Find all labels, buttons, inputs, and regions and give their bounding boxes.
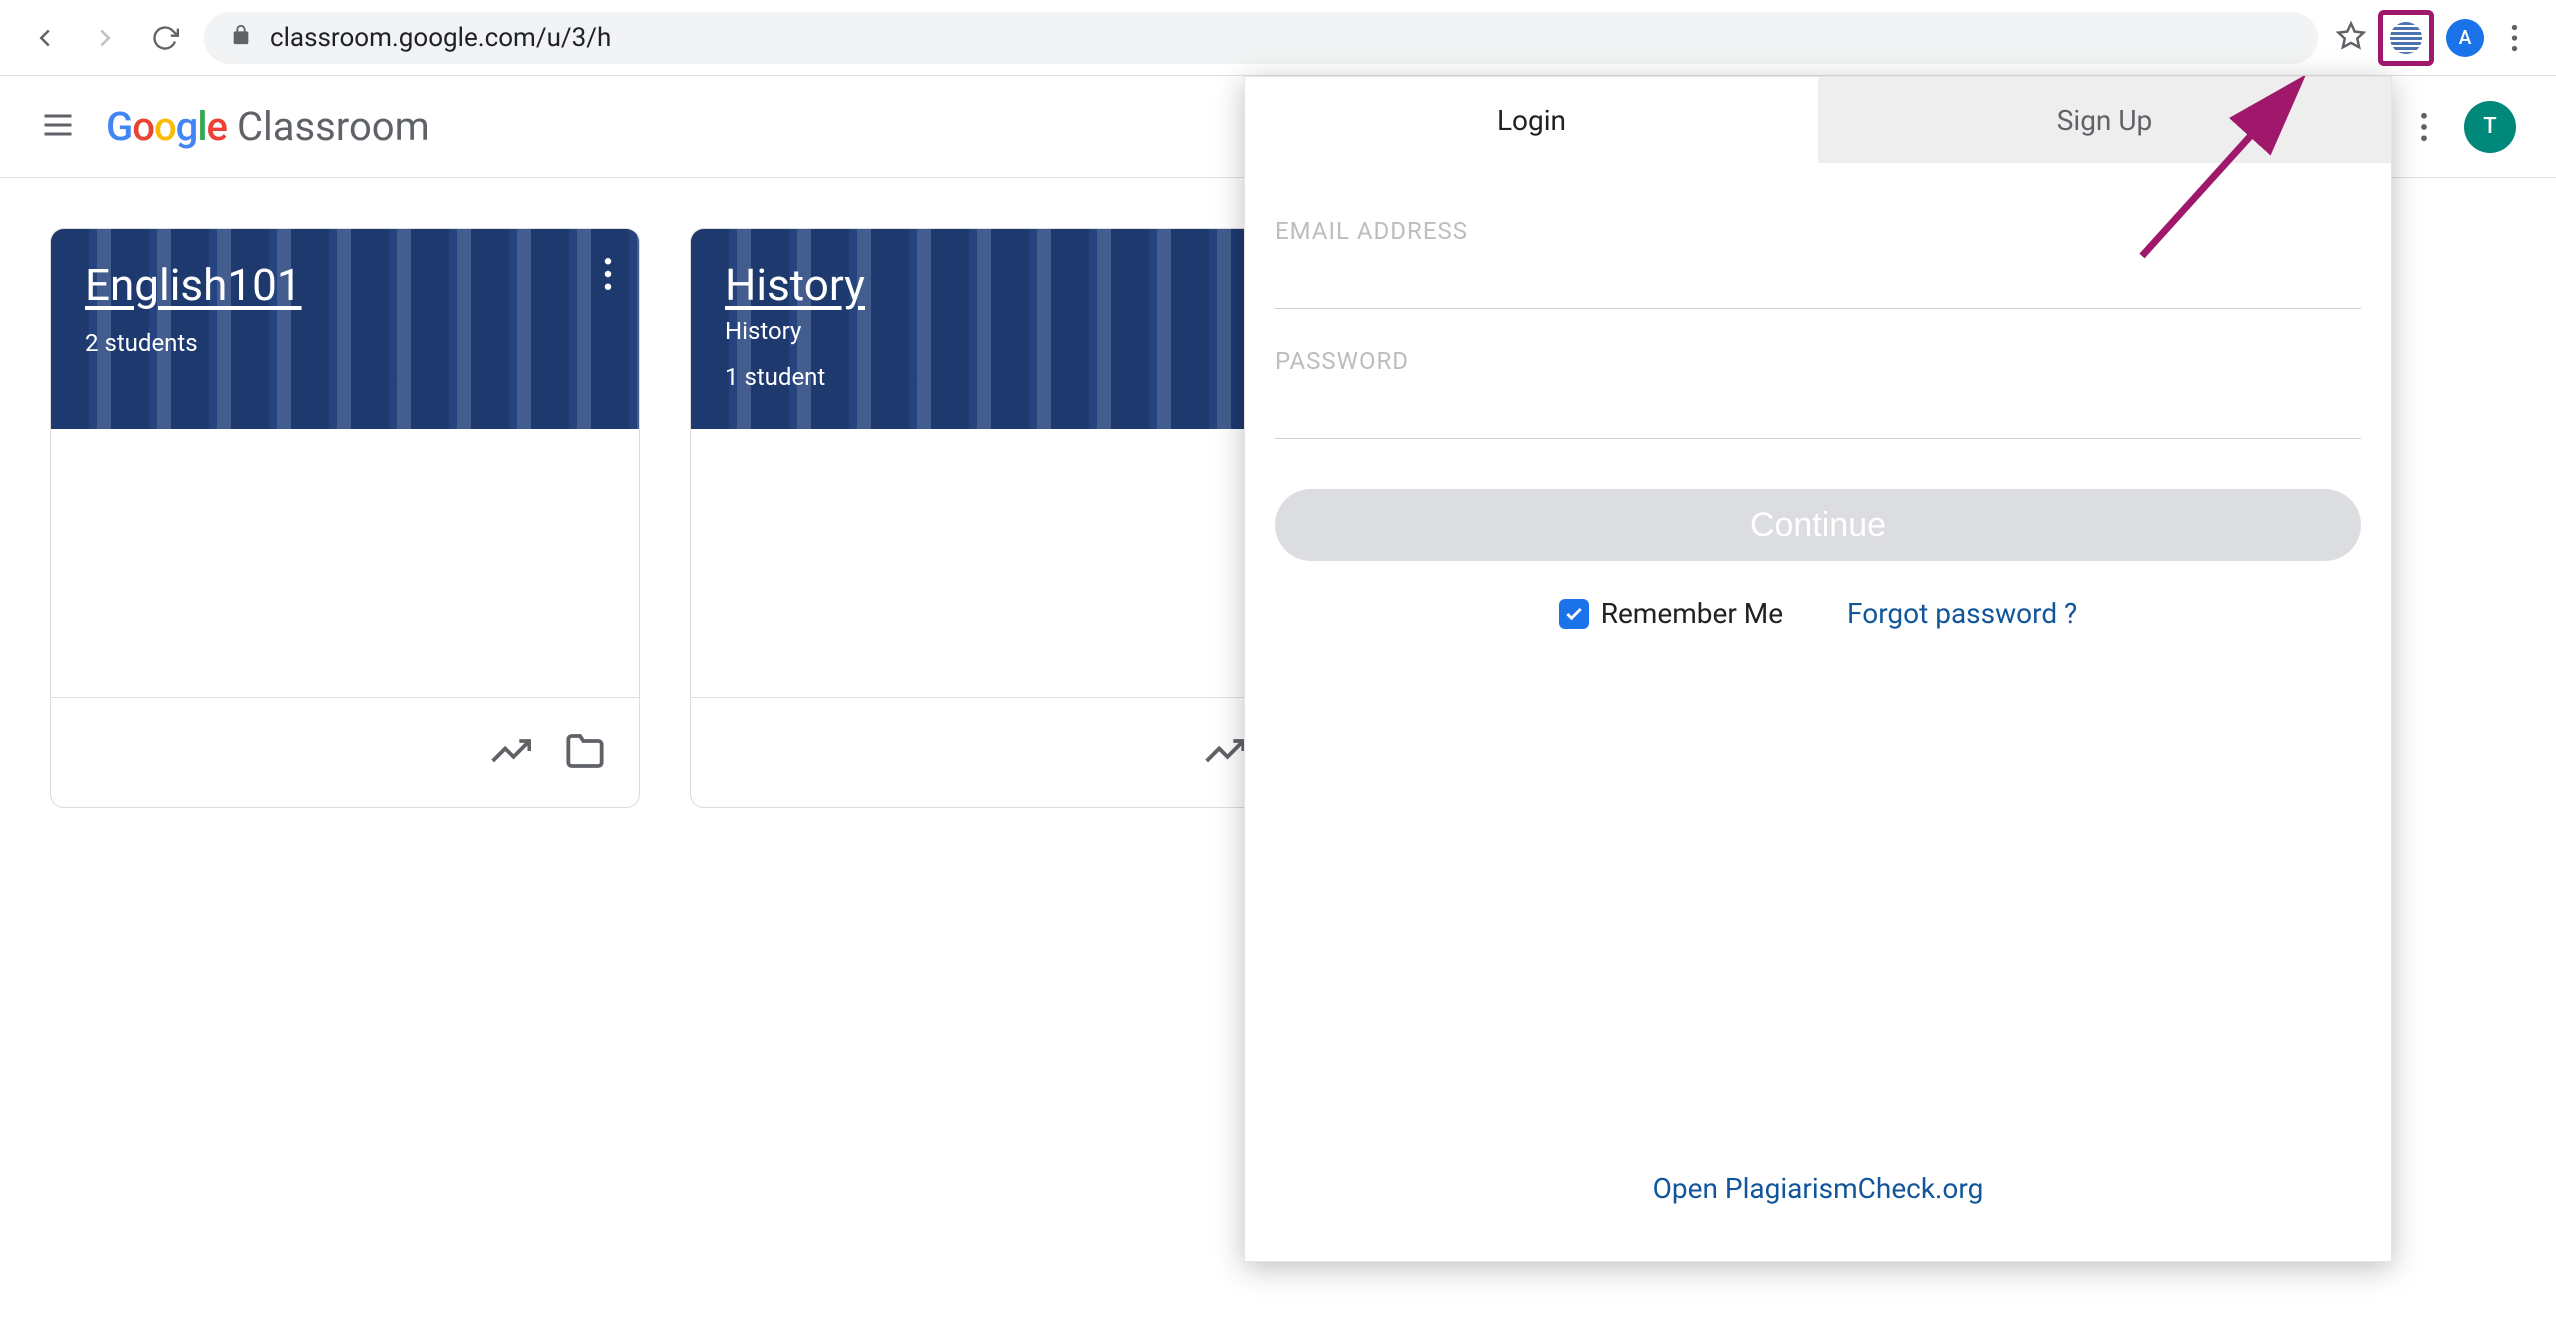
class-student-count: 2 students <box>85 329 605 357</box>
logo-classroom: Classroom <box>237 103 430 150</box>
popup-tabs: Login Sign Up <box>1245 77 2391 163</box>
open-site-link[interactable]: Open PlagiarismCheck.org <box>1245 1172 2391 1205</box>
nav-reload-button[interactable] <box>144 17 186 59</box>
chrome-profile-avatar[interactable]: A <box>2446 19 2484 57</box>
nav-forward-button[interactable] <box>84 17 126 59</box>
class-subtitle: History <box>725 317 1245 345</box>
profile-initial: A <box>2459 26 2472 49</box>
checkbox-checked-icon <box>1559 599 1589 629</box>
extension-popup: Login Sign Up EMAIL ADDRESS PASSWORD Con… <box>1244 76 2392 1262</box>
hamburger-menu-icon[interactable] <box>40 107 76 147</box>
password-field[interactable] <box>1275 409 2361 439</box>
email-label: EMAIL ADDRESS <box>1275 217 2361 245</box>
class-title[interactable]: History <box>725 259 1245 311</box>
remember-label: Remember Me <box>1601 597 1783 630</box>
browser-toolbar: classroom.google.com/u/3/h A <box>0 0 2556 76</box>
continue-button[interactable]: Continue <box>1275 489 2361 561</box>
class-card-header: History History 1 student <box>691 229 1279 429</box>
nav-back-button[interactable] <box>24 17 66 59</box>
email-field[interactable] <box>1275 279 2361 309</box>
logo-google: Google <box>106 103 227 150</box>
app-menu-button[interactable] <box>2404 112 2444 142</box>
bookmark-star-icon[interactable] <box>2336 21 2366 55</box>
remember-me-checkbox[interactable]: Remember Me <box>1559 597 1783 630</box>
class-card[interactable]: History History 1 student <box>690 228 1280 808</box>
card-more-icon[interactable] <box>603 257 613 295</box>
lock-icon <box>230 23 252 53</box>
chrome-menu-button[interactable] <box>2496 24 2532 52</box>
password-label: PASSWORD <box>1275 347 2361 375</box>
class-card[interactable]: English101 2 students <box>50 228 640 808</box>
trending-icon[interactable] <box>491 731 531 775</box>
folder-icon[interactable] <box>565 731 605 775</box>
class-student-count: 1 student <box>725 363 1245 391</box>
class-card-footer <box>691 697 1279 807</box>
tab-login[interactable]: Login <box>1245 77 1818 163</box>
app-logo[interactable]: Google Classroom <box>106 103 430 150</box>
forgot-password-link[interactable]: Forgot password ? <box>1847 597 2077 630</box>
url-text: classroom.google.com/u/3/h <box>270 23 611 53</box>
login-form: EMAIL ADDRESS PASSWORD Continue Remember… <box>1245 163 2391 630</box>
trending-icon[interactable] <box>1205 731 1245 775</box>
class-card-header: English101 2 students <box>51 229 639 429</box>
tab-signup[interactable]: Sign Up <box>1818 77 2391 163</box>
extension-icon[interactable] <box>2378 10 2434 66</box>
address-bar[interactable]: classroom.google.com/u/3/h <box>204 12 2318 64</box>
user-avatar[interactable]: T <box>2464 101 2516 153</box>
avatar-initial: T <box>2483 114 2496 139</box>
class-card-footer <box>51 697 639 807</box>
class-title[interactable]: English101 <box>85 259 605 311</box>
